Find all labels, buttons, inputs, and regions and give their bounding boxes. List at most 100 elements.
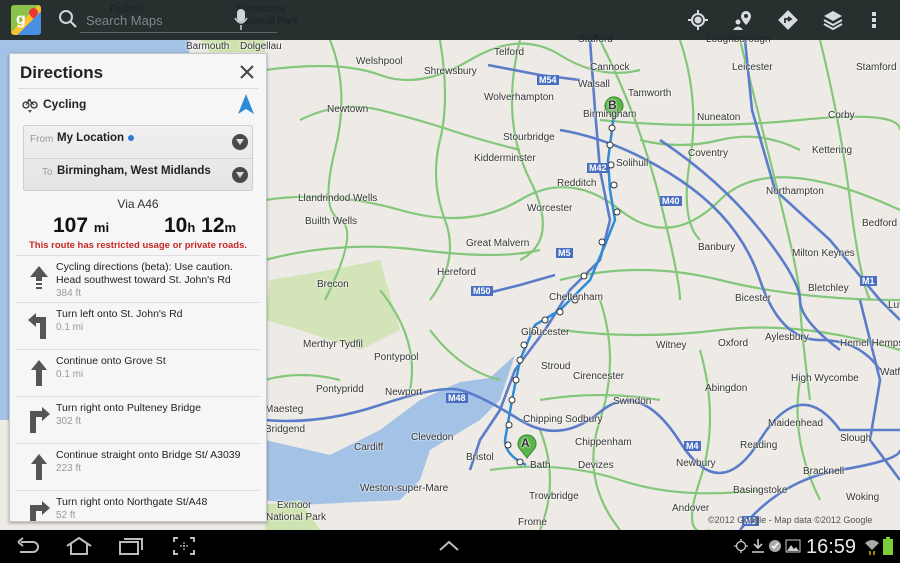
- place-label: Builth Wells: [305, 216, 358, 227]
- screenshot-icon[interactable]: [172, 536, 196, 556]
- place-label: Frome: [518, 517, 547, 528]
- status-clock: 16:59: [806, 536, 857, 558]
- place-label: Cardiff: [354, 442, 384, 453]
- to-dropdown-icon[interactable]: [232, 167, 248, 183]
- place-label: Hemel Hempstead: [840, 338, 900, 349]
- place-label: Swindon: [613, 396, 652, 407]
- marker-a-label[interactable]: A: [521, 436, 530, 450]
- place-label: Wolverhampton: [484, 92, 554, 103]
- maps-logo-icon[interactable]: g: [11, 5, 41, 35]
- home-icon[interactable]: [65, 536, 93, 556]
- notification-icon: [769, 540, 781, 552]
- place-label: Cannock: [590, 62, 630, 73]
- distance-value: 107: [53, 214, 89, 237]
- place-label: Bicester: [735, 293, 772, 304]
- system-bar: 16:59: [0, 530, 900, 563]
- directions-steps-list[interactable]: Cycling directions (beta): Use caution. …: [10, 255, 266, 521]
- motorway-shield: M5: [556, 248, 573, 258]
- direction-step[interactable]: Cycling directions (beta): Use caution. …: [16, 255, 260, 302]
- back-icon[interactable]: [16, 536, 40, 556]
- duration-h-unit: h: [187, 220, 196, 235]
- place-label: Devizes: [578, 460, 614, 471]
- place-label: Tamworth: [628, 88, 672, 99]
- place-label: Solihull: [616, 158, 649, 169]
- duration-minutes: 12: [201, 214, 225, 237]
- place-label: Stamford: [856, 62, 897, 73]
- overflow-menu-icon[interactable]: [868, 9, 880, 31]
- place-label: Bath: [530, 460, 551, 471]
- layers-icon[interactable]: [822, 9, 844, 31]
- from-dropdown-icon[interactable]: [232, 134, 248, 150]
- place-label: Redditch: [557, 178, 597, 189]
- navigation-icon[interactable]: [238, 94, 254, 114]
- place-label: Hereford: [437, 267, 476, 278]
- place-label: Luton: [888, 300, 900, 311]
- place-label: Aylesbury: [765, 332, 809, 343]
- up-chevron-icon[interactable]: [438, 539, 460, 553]
- recent-apps-icon[interactable]: [118, 536, 144, 556]
- search-icon[interactable]: [58, 9, 78, 29]
- wifi-icon: [865, 540, 879, 555]
- motorway-shield: M40: [660, 196, 682, 206]
- place-label: Slough: [840, 433, 872, 444]
- motorway-shield: M42: [587, 163, 609, 173]
- place-label: High Wycombe: [791, 373, 859, 384]
- bicycle-icon: [22, 99, 38, 113]
- place-label: Oxford: [718, 338, 749, 349]
- route-inputs: From My Location To Birmingham, West Mid…: [23, 125, 253, 191]
- motorway-shield: M50: [471, 286, 493, 296]
- turn-right-icon: [30, 501, 50, 521]
- step-text: Continue straight onto Bridge St/ A3039: [56, 449, 241, 461]
- close-icon[interactable]: [238, 63, 256, 81]
- place-label: Woking: [846, 492, 880, 503]
- place-label: Walsall: [578, 79, 610, 90]
- to-field[interactable]: To Birmingham, West Midlands: [24, 158, 252, 190]
- from-value: My Location: [57, 132, 125, 144]
- mic-icon[interactable]: [234, 9, 248, 31]
- place-label: Llandrindod Wells: [298, 193, 378, 204]
- travel-mode-selector[interactable]: Cycling: [22, 94, 86, 114]
- turn-left-icon: [28, 313, 46, 339]
- direction-step[interactable]: Turn right onto Pulteney Bridge 302 ft: [16, 396, 260, 443]
- direction-step[interactable]: Turn left onto St. John's Rd 0.1 mi: [16, 302, 260, 349]
- place-label: Witney: [656, 340, 687, 351]
- gps-icon: [734, 539, 748, 553]
- direction-step[interactable]: Continue onto Grove St 0.1 mi: [16, 349, 260, 396]
- place-label: Bracknell: [803, 466, 845, 477]
- place-label: Gloucester: [521, 327, 570, 338]
- directions-icon[interactable]: [777, 9, 799, 31]
- place-label: Stroud: [541, 361, 571, 372]
- step-distance: 302 ft: [56, 416, 82, 427]
- place-label: Shrewsbury: [424, 66, 477, 77]
- place-label: Clevedon: [411, 432, 454, 443]
- place-label: Watford: [880, 367, 900, 378]
- top-action-bar: g: [0, 0, 900, 40]
- step-text: Turn left onto St. John's Rd: [56, 308, 183, 320]
- place-label: Milton Keynes: [792, 248, 855, 259]
- panel-title: Directions: [20, 63, 104, 82]
- place-label: Cirencester: [573, 371, 625, 382]
- from-field[interactable]: From My Location: [24, 126, 252, 157]
- place-label: Telford: [494, 47, 525, 58]
- place-label: Bletchley: [808, 283, 849, 294]
- place-label: Newport: [385, 387, 423, 398]
- step-distance: 384 ft: [56, 288, 82, 299]
- straight-arrow-icon: [31, 360, 47, 386]
- motorway-shield: M1: [860, 276, 877, 286]
- travel-mode-label: Cycling: [43, 97, 87, 111]
- direction-step[interactable]: Continue straight onto Bridge St/ A3039 2…: [16, 443, 260, 490]
- my-location-icon[interactable]: [687, 9, 709, 31]
- place-label: Maesteg: [265, 404, 304, 415]
- place-label: Andover: [672, 503, 710, 514]
- place-label: Bedford: [862, 218, 898, 229]
- route-via: Via A46: [117, 197, 159, 211]
- place-label: Trowbridge: [529, 491, 579, 502]
- direction-step[interactable]: Turn right onto Northgate St/A48 52 ft: [16, 490, 260, 521]
- place-label: Brecon: [317, 279, 349, 290]
- step-text: Turn right onto Northgate St/A48: [56, 496, 208, 508]
- gallery-icon: [785, 539, 801, 553]
- step-distance: 0.1 mi: [56, 322, 84, 333]
- places-icon[interactable]: [732, 9, 754, 31]
- place-label: Bristol: [466, 452, 494, 463]
- battery-icon: [883, 537, 893, 555]
